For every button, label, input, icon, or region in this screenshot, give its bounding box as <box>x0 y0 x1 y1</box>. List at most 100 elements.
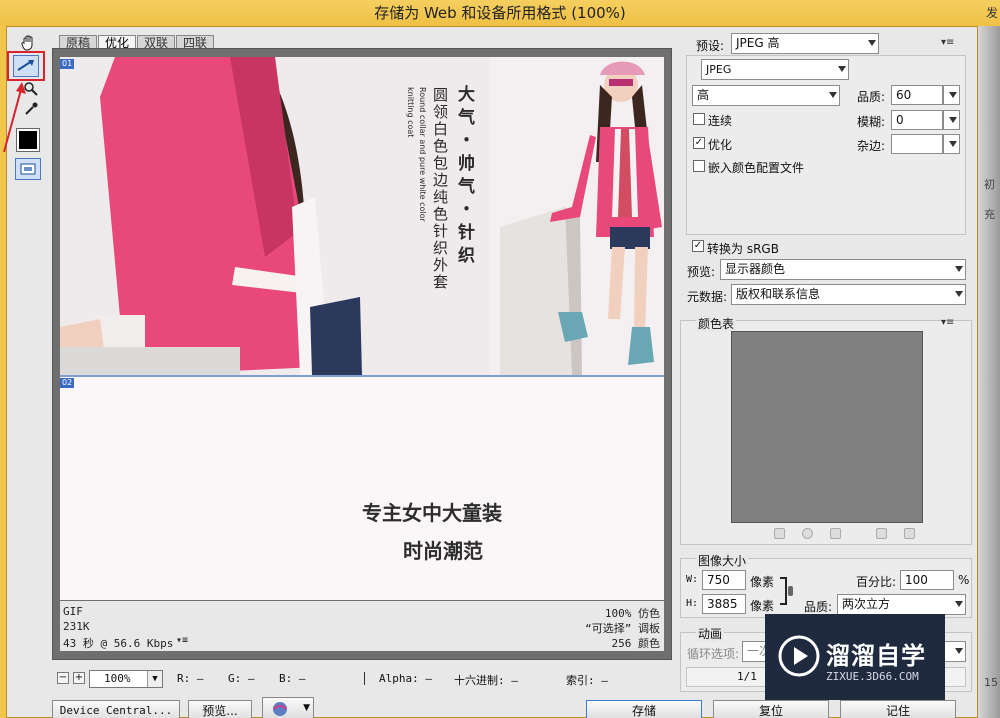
zoom-value: 100% <box>104 672 131 685</box>
watermark-url: ZIXUE.3D66.COM <box>826 670 919 683</box>
info-format: GIF <box>63 605 83 618</box>
preview-mode-label: 预览: <box>687 265 716 279</box>
quality-level-value: 高 <box>697 88 710 102</box>
info-palette: “可选择” 调板 <box>585 622 660 635</box>
slice-02-tag[interactable]: 02 <box>60 378 75 388</box>
preview-mode-select[interactable]: 显示器颜色 <box>720 259 966 280</box>
width-input[interactable]: 750 <box>702 570 746 590</box>
convert-srgb-checkbox[interactable]: ✓ <box>692 240 704 252</box>
eyedropper-tool[interactable] <box>18 98 44 120</box>
constrain-proportions-icon[interactable] <box>778 576 794 606</box>
quality-level-select[interactable]: 高 <box>692 85 840 106</box>
title-clip: 发 <box>985 6 998 20</box>
preview-button[interactable]: 预览... <box>188 700 252 718</box>
chevron-down-icon <box>949 92 957 98</box>
slogan-line-2: 时尚潮范 <box>403 539 483 563</box>
info-colors: 256 颜色 <box>611 637 661 650</box>
browser-preview-button[interactable]: ▼ <box>262 697 314 718</box>
zoom-tool[interactable] <box>18 78 44 100</box>
progressive-label: 连续 <box>708 114 733 128</box>
slices-visibility-icon <box>20 163 36 175</box>
slogan-line-1: 专主女中大童装 <box>362 501 502 525</box>
matte-input[interactable] <box>891 134 943 154</box>
window-title: 存储为 Web 和设备所用格式 (100%) <box>374 4 626 22</box>
preview-canvas[interactable]: 大气・帅气・针织 圆领白色包边纯色针织外套 Round collar and p… <box>60 57 664 600</box>
eyedropper-color-swatch[interactable] <box>16 128 40 152</box>
optimization-info: GIF 231K 43 秒 @ 56.6 Kbps ▾≡ 100% 仿色 “可选… <box>60 601 664 651</box>
vertical-title: 大气・帅气・针织 <box>454 85 474 269</box>
progressive-checkbox[interactable] <box>693 113 705 125</box>
zoom-out-button[interactable]: − <box>57 672 69 684</box>
web-shift-icon[interactable] <box>802 528 813 539</box>
preset-select[interactable]: JPEG 高 <box>731 33 879 54</box>
window-title-bar: 存储为 Web 和设备所用格式 (100%) 发 <box>0 0 1000 26</box>
metadata-value: 版权和联系信息 <box>736 287 821 301</box>
zoom-in-button[interactable]: + <box>73 672 85 684</box>
vertical-english-2: knitting coat <box>406 87 415 138</box>
height-input[interactable]: 3885 <box>702 594 746 614</box>
resample-select[interactable]: 两次立方 <box>837 594 966 615</box>
tab-2-up[interactable]: 双联 <box>137 35 176 50</box>
tool-highlight <box>7 51 45 81</box>
quality-input[interactable]: 60 <box>891 85 943 105</box>
height-label: H: <box>686 598 699 609</box>
browser-globe-icon <box>273 702 287 716</box>
percent-unit: % <box>958 573 970 587</box>
blur-slider-toggle[interactable] <box>943 110 960 130</box>
color-table-title: 颜色表 <box>696 315 737 332</box>
chevron-down-icon <box>955 648 963 654</box>
matte-dropdown[interactable] <box>943 134 960 154</box>
convert-srgb-label: 转换为 sRGB <box>707 242 779 256</box>
preset-value: JPEG 高 <box>736 36 780 50</box>
width-label: W: <box>686 574 699 585</box>
quality-slider-toggle[interactable] <box>943 85 960 105</box>
lock-color-icon[interactable] <box>830 528 841 539</box>
chevron-down-icon <box>838 66 846 72</box>
map-transparent-icon[interactable] <box>774 528 785 539</box>
resample-label: 品质: <box>804 600 833 614</box>
color-table-menu-icon[interactable]: ▾≡ <box>941 317 954 328</box>
chevron-down-icon: ▼ <box>147 671 162 687</box>
preview-mode-value: 显示器颜色 <box>725 262 786 276</box>
eyedropper-icon <box>25 102 38 115</box>
trash-icon[interactable] <box>904 528 915 539</box>
format-select[interactable]: JPEG <box>701 59 849 80</box>
chevron-down-icon <box>955 601 963 607</box>
tab-4-up[interactable]: 四联 <box>176 35 215 50</box>
embed-profile-checkbox[interactable] <box>693 160 705 172</box>
chevron-down-icon <box>955 291 963 297</box>
info-size: 231K <box>63 620 90 633</box>
vertical-english-1: Round collar and pure white color <box>418 87 427 222</box>
preset-label: 预设: <box>696 39 725 53</box>
blur-input[interactable]: 0 <box>891 110 943 130</box>
optimized-checkbox[interactable]: ✓ <box>693 137 705 149</box>
slice-01-tag[interactable]: 01 <box>60 59 75 69</box>
chevron-down-icon <box>868 40 876 46</box>
loop-label: 循环选项: <box>687 647 740 661</box>
reset-button[interactable]: 复位 <box>713 700 829 718</box>
readout-hex: 十六进制: — <box>454 674 518 687</box>
device-central-button[interactable]: Device Central... <box>52 700 180 718</box>
info-menu-icon[interactable]: ▾≡ <box>176 635 188 646</box>
save-button[interactable]: 存储 <box>586 700 702 718</box>
percent-input[interactable]: 100 <box>900 570 954 590</box>
readout-alpha: Alpha: — <box>364 672 432 685</box>
tab-optimized[interactable]: 优化 <box>98 35 137 50</box>
format-value: JPEG <box>706 63 732 76</box>
percent-label: 百分比: <box>856 575 897 589</box>
chevron-down-icon <box>955 266 963 272</box>
tab-original[interactable]: 原稿 <box>59 35 98 50</box>
info-dither: 100% 仿色 <box>604 607 660 620</box>
animation-title: 动画 <box>696 625 725 642</box>
optimize-menu-icon[interactable]: ▾≡ <box>941 37 954 48</box>
chevron-down-icon <box>949 141 957 147</box>
metadata-select[interactable]: 版权和联系信息 <box>731 284 966 305</box>
hand-icon <box>21 35 33 51</box>
quality-label: 品质: <box>857 90 886 104</box>
zoom-select[interactable]: 100% ▼ <box>89 670 163 688</box>
readout-r: R: — <box>177 672 204 685</box>
toggle-slices-visibility[interactable] <box>15 158 41 180</box>
new-color-icon[interactable] <box>876 528 887 539</box>
background-app-edge: 初 充 15 <box>978 26 1000 718</box>
remember-button[interactable]: 记住 <box>840 700 956 718</box>
